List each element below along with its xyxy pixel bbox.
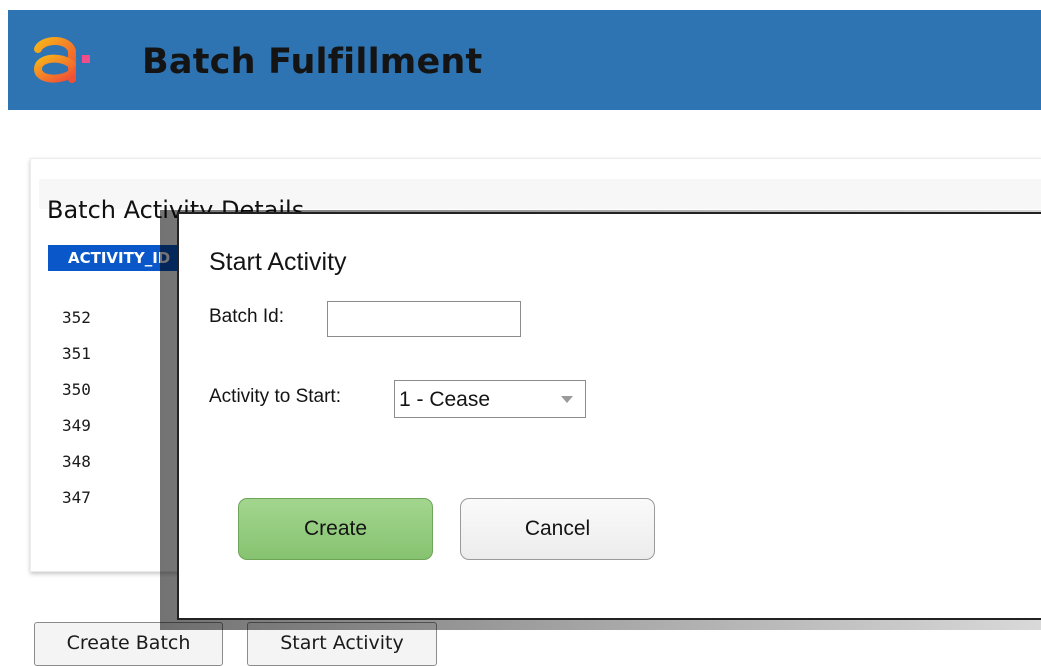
list-item[interactable]: 351 (62, 342, 91, 378)
cancel-button[interactable]: Cancel (460, 498, 655, 560)
list-item[interactable]: 347 (62, 486, 91, 522)
top-strip (0, 0, 1041, 10)
app-title: Batch Fulfillment (142, 42, 483, 82)
app-header: Batch Fulfillment (8, 10, 1041, 110)
list-item[interactable]: 352 (62, 306, 91, 342)
activity-id-list: 352 351 350 349 348 347 (62, 306, 91, 522)
chevron-down-icon[interactable] (561, 396, 573, 403)
activity-to-start-label: Activity to Start: (209, 386, 341, 407)
batch-id-label: Batch Id: (209, 306, 284, 327)
start-activity-dialog: Start Activity Batch Id: Activity to Sta… (177, 212, 1041, 620)
list-item[interactable]: 348 (62, 450, 91, 486)
app-logo-icon (33, 37, 90, 83)
activity-select[interactable]: 1 - Cease (394, 380, 586, 418)
list-item[interactable]: 349 (62, 414, 91, 450)
dialog-title: Start Activity (209, 248, 347, 276)
create-button[interactable]: Create (238, 498, 433, 560)
batch-id-input[interactable] (327, 301, 521, 337)
activity-select-value: 1 - Cease (399, 388, 491, 411)
list-item[interactable]: 350 (62, 378, 91, 414)
